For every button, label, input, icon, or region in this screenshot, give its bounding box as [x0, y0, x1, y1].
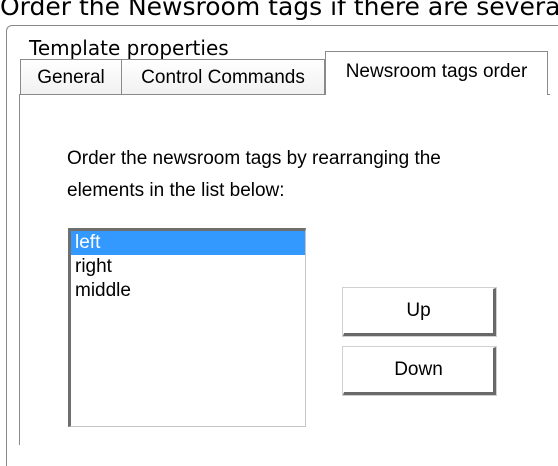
- tab-control-commands[interactable]: Control Commands: [121, 59, 325, 94]
- down-button[interactable]: Down: [342, 346, 497, 396]
- instruction-line-1: Order the newsroom tags by rearranging t…: [67, 148, 441, 169]
- dialog-title: Template properties: [29, 36, 229, 60]
- up-button[interactable]: Up: [342, 287, 497, 337]
- list-item-left[interactable]: left: [71, 231, 305, 255]
- instruction-text: Order the newsroom tags by rearranging t…: [67, 143, 537, 207]
- list-item-middle[interactable]: middle: [71, 279, 305, 303]
- tab-newsroom-tags-order[interactable]: Newsroom tags order: [325, 51, 548, 95]
- list-item-right[interactable]: right: [71, 255, 305, 279]
- tab-general[interactable]: General: [20, 59, 122, 94]
- page-caption: Order the Newsroom tags if there are sev…: [0, 0, 558, 21]
- instruction-line-2: elements in the list below:: [67, 180, 285, 201]
- newsroom-tags-listbox[interactable]: left right middle: [68, 228, 306, 427]
